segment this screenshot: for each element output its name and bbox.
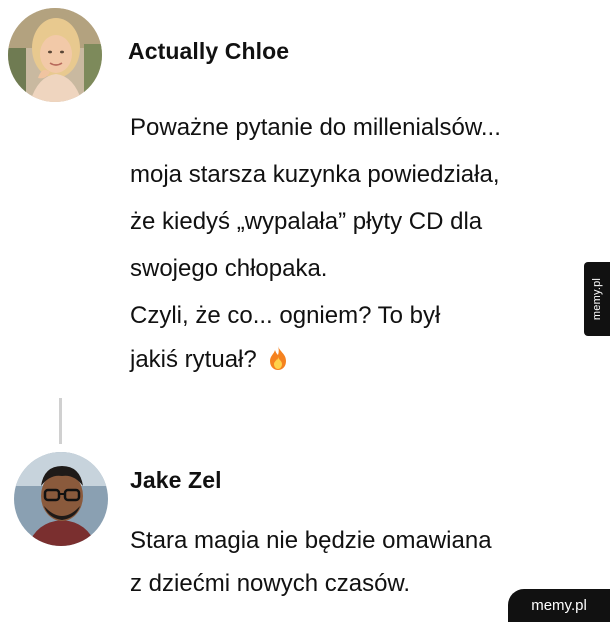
post-line-last: jakiś rytuał?: [130, 341, 289, 382]
corner-watermark: memy.pl: [508, 589, 610, 622]
avatar[interactable]: [8, 8, 102, 102]
thread-connector: [59, 398, 62, 444]
avatar-chloe-image: [8, 8, 102, 102]
post-line: swojego chłopaka.: [130, 255, 328, 282]
post-line: Stara magia nie będzie omawiana: [130, 527, 492, 554]
avatar[interactable]: [14, 452, 108, 546]
side-watermark: memy.pl: [584, 262, 610, 336]
post-line: że kiedyś „wypalała” płyty CD dla: [130, 208, 483, 235]
avatar-jake-image: [14, 452, 108, 546]
side-watermark-text: memy.pl: [591, 277, 603, 321]
post-line: z dziećmi nowych czasów.: [130, 570, 411, 597]
post-line-text: jakiś rytuał?: [130, 346, 257, 373]
fire-icon: [267, 345, 289, 382]
post-line: Czyli, że co... ogniem? To był: [130, 302, 441, 329]
post-line: Poważne pytanie do millenialsów...: [130, 114, 501, 141]
author-name[interactable]: Actually Chloe: [128, 38, 289, 65]
author-name[interactable]: Jake Zel: [130, 467, 222, 494]
post-line: moja starsza kuzynka powiedziała,: [130, 161, 500, 188]
